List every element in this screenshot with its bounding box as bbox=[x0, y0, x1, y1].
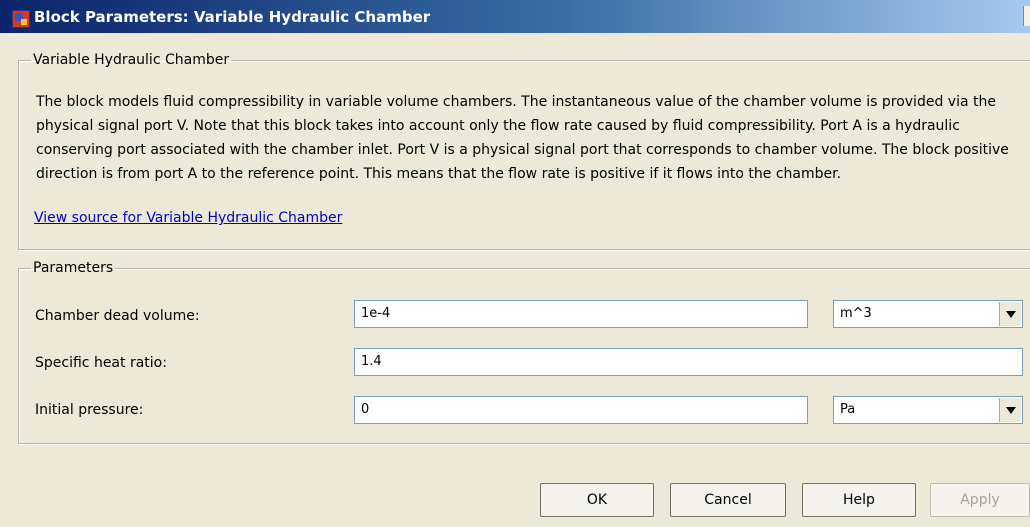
title-bar[interactable]: Block Parameters: Variable Hydraulic Cha… bbox=[0, 0, 1030, 33]
initial-pressure-field[interactable]: 0 bbox=[354, 396, 808, 424]
window-title: Block Parameters: Variable Hydraulic Cha… bbox=[34, 8, 431, 26]
specific-heat-ratio-label: Specific heat ratio: bbox=[35, 355, 167, 371]
chamber-dead-volume-label: Chamber dead volume: bbox=[35, 308, 200, 324]
chamber-dead-volume-unit-value: m^3 bbox=[840, 306, 872, 321]
chevron-down-icon[interactable] bbox=[999, 398, 1021, 422]
specific-heat-ratio-field[interactable]: 1.4 bbox=[354, 348, 1023, 376]
help-button[interactable]: Help bbox=[802, 483, 916, 517]
view-source-link[interactable]: View source for Variable Hydraulic Chamb… bbox=[34, 210, 342, 226]
chevron-down-icon[interactable] bbox=[999, 302, 1021, 326]
parameters-group-legend: Parameters bbox=[33, 260, 114, 276]
initial-pressure-unit-select[interactable]: Pa bbox=[833, 396, 1023, 424]
chamber-dead-volume-unit-select[interactable]: m^3 bbox=[833, 300, 1023, 328]
apply-button[interactable]: Apply bbox=[930, 483, 1030, 517]
cancel-button[interactable]: Cancel bbox=[670, 483, 786, 517]
simulink-block-icon bbox=[12, 10, 30, 28]
description-group-legend: Variable Hydraulic Chamber bbox=[33, 52, 230, 68]
block-description: The block models fluid compressibility i… bbox=[36, 94, 1009, 182]
window-edge bbox=[1023, 6, 1030, 26]
chamber-dead-volume-field[interactable]: 1e-4 bbox=[354, 300, 808, 328]
initial-pressure-label: Initial pressure: bbox=[35, 402, 144, 418]
initial-pressure-unit-value: Pa bbox=[840, 402, 856, 417]
ok-button[interactable]: OK bbox=[540, 483, 654, 517]
